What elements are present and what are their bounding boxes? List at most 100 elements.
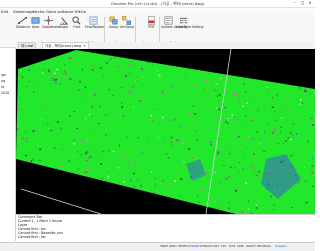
land-cover-speckle — [92, 106, 94, 107]
land-cover-speckle — [87, 151, 88, 153]
land-cover-speckle — [245, 91, 247, 92]
land-cover-speckle — [302, 103, 303, 104]
status-graft[interactable]: GRAFT — [246, 244, 256, 248]
status-dyn[interactable]: DYN — [229, 244, 235, 248]
land-cover-speckle — [201, 190, 203, 191]
line-type-setting-button[interactable]: Line Type Setting — [176, 16, 190, 38]
land-cover-speckle — [299, 88, 301, 89]
land-cover-speckle — [218, 139, 219, 140]
tab-document-1[interactable]: 제1.dwf — [18, 42, 36, 49]
close-button[interactable]: × — [307, 0, 313, 6]
find-replace-button[interactable]: Find/Replace — [85, 16, 102, 38]
tab-document-2[interactable]: 가공 - 벡터(nvect).dwg× — [42, 42, 89, 49]
find-button[interactable]: Find — [70, 16, 83, 38]
angle-button[interactable]: Angle — [57, 16, 70, 38]
status-drywall[interactable]: DRYWALL — [257, 244, 271, 248]
ungroup-button[interactable]: UnGroup — [120, 16, 133, 38]
land-cover-speckle — [233, 117, 234, 118]
land-cover-speckle — [203, 89, 205, 90]
coordinate-button[interactable]: Coordinate — [42, 16, 55, 38]
land-cover-speckle — [48, 70, 49, 71]
land-cover-speckle — [196, 140, 198, 141]
land-cover-speckle — [103, 151, 105, 152]
status-grid[interactable]: GRID — [169, 244, 177, 248]
land-cover-speckle — [76, 136, 77, 137]
land-cover-speckle — [34, 171, 35, 172]
pdf-button[interactable]: PDF — [145, 16, 158, 38]
land-cover-speckle — [100, 156, 101, 157]
land-cover-speckle — [154, 52, 156, 54]
land-cover-speckle — [296, 134, 298, 136]
close-tab-icon[interactable]: × — [83, 44, 86, 48]
land-cover-speckle — [69, 116, 71, 117]
left-panel-label: 2010 — [1, 91, 9, 95]
land-cover-speckle — [69, 193, 70, 194]
land-cover-speckle — [73, 111, 75, 112]
maximize-button[interactable]: □ — [300, 0, 305, 6]
land-cover-speckle — [141, 68, 143, 69]
land-cover-speckle — [272, 97, 273, 99]
system-variable-button[interactable]: System Variable — [161, 16, 175, 38]
land-cover-speckle — [42, 69, 44, 70]
find-replace-icon — [89, 16, 98, 25]
land-cover-speckle — [114, 57, 115, 59]
land-cover-speckle — [129, 167, 131, 168]
land-cover-speckle — [60, 199, 61, 200]
land-cover-speckle — [225, 65, 227, 67]
minimize-button[interactable]: – — [292, 0, 297, 6]
land-cover-speckle — [105, 114, 106, 116]
land-cover-speckle — [182, 53, 183, 54]
status-osnap[interactable]: OSNAP — [189, 244, 199, 248]
land-cover-speckle — [20, 184, 22, 185]
land-cover-speckle — [273, 112, 275, 113]
land-cover-speckle — [297, 74, 298, 75]
distance-button[interactable]: Distance — [16, 16, 29, 38]
land-cover-speckle — [175, 203, 176, 205]
land-cover-speckle — [46, 178, 48, 179]
land-cover-speckle — [195, 131, 196, 132]
status-line[interactable]: LINE — [237, 244, 244, 248]
distance-icon — [18, 16, 27, 25]
land-cover-speckle — [106, 134, 107, 136]
land-cover-speckle — [162, 117, 163, 119]
status-snap[interactable]: SNAP — [160, 244, 168, 248]
land-cover-speckle — [41, 118, 42, 119]
land-cover-speckle — [193, 106, 195, 107]
land-cover-speckle — [120, 53, 122, 54]
land-cover-speckle — [234, 67, 236, 69]
land-cover-speckle — [166, 153, 167, 155]
land-cover-speckle — [54, 73, 56, 74]
land-cover-speckle — [272, 132, 274, 133]
land-cover-speckle — [279, 120, 280, 121]
land-cover-speckle — [135, 81, 136, 82]
land-cover-speckle — [157, 137, 159, 138]
land-cover-speckle — [315, 85, 316, 86]
land-cover-speckle — [274, 130, 275, 131]
status-ortho[interactable]: ORTHO — [178, 244, 189, 248]
land-cover-speckle — [83, 178, 85, 179]
land-cover-speckle — [277, 119, 278, 121]
land-cover-speckle — [101, 49, 102, 51]
land-cover-speckle — [74, 140, 75, 141]
land-cover-speckle — [110, 59, 112, 60]
land-cover-speckle — [128, 92, 130, 93]
land-cover-speckle — [119, 202, 120, 203]
land-cover-speckle — [228, 208, 230, 209]
status-snapon[interactable]: SnapOn — [275, 244, 287, 248]
group-button[interactable]: Group — [107, 16, 120, 38]
land-cover-speckle — [91, 178, 92, 179]
tab-label: 제1.dwf — [21, 44, 33, 48]
land-cover-speckle — [311, 118, 313, 119]
area-button[interactable]: Area — [29, 16, 42, 38]
status-lwt[interactable]: LWT — [213, 244, 219, 248]
land-cover-speckle — [49, 128, 50, 129]
status-tpy[interactable]: TPY — [221, 244, 226, 248]
land-cover-speckle — [60, 131, 61, 132]
status-otrack[interactable]: OTRACK — [200, 244, 212, 248]
map-canvas[interactable] — [16, 49, 315, 214]
land-cover-speckle — [31, 160, 32, 162]
land-cover-speckle — [267, 123, 268, 124]
road-line — [21, 189, 101, 214]
land-cover-speckle — [30, 176, 31, 177]
land-cover-speckle — [179, 126, 180, 128]
